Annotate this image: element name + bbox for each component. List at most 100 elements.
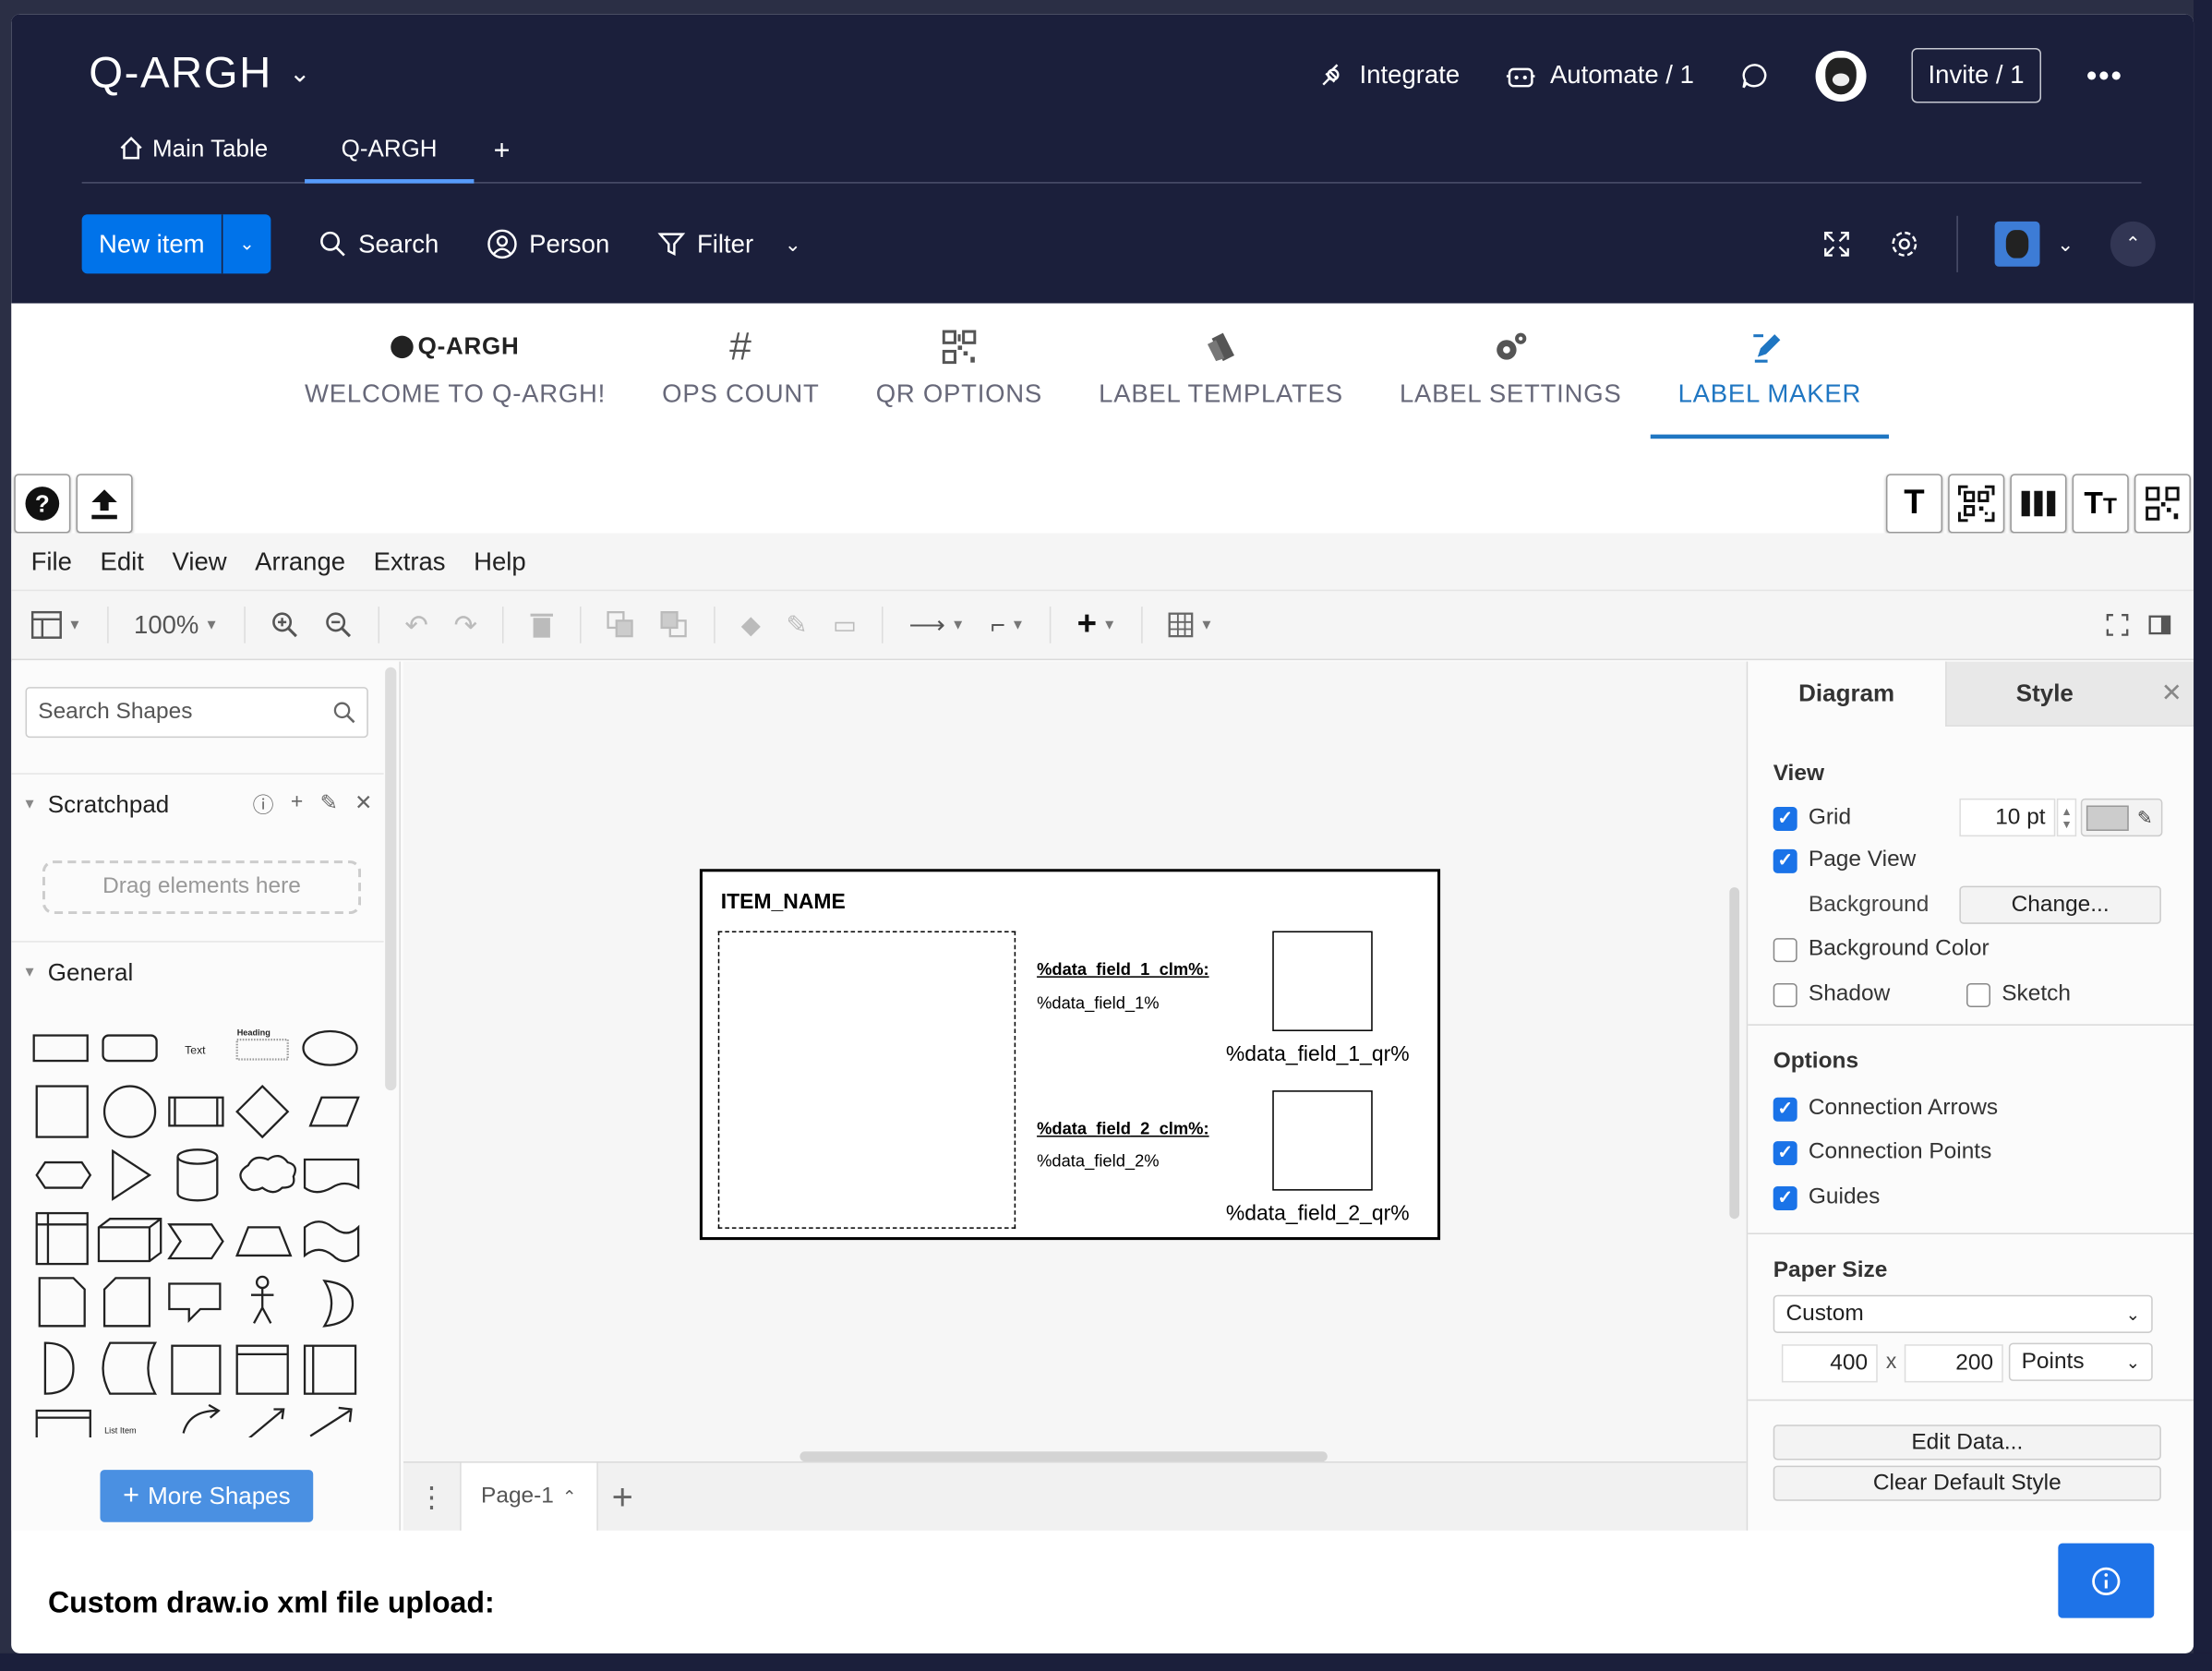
- menu-view[interactable]: View: [172, 547, 226, 576]
- expand-icon[interactable]: [1821, 229, 1853, 260]
- board-title[interactable]: Q-ARGH ⌄: [89, 48, 312, 99]
- insert-qrcode-button[interactable]: [2134, 474, 2191, 534]
- insert-qr-button[interactable]: [1948, 474, 2005, 534]
- filter-button[interactable]: Filter ⌄: [657, 229, 801, 258]
- close-panel-button[interactable]: ✕: [2143, 661, 2194, 727]
- tab-main-table[interactable]: Main Table: [82, 127, 305, 184]
- shadow-button[interactable]: ▭: [833, 610, 857, 640]
- gear-icon[interactable]: [1889, 229, 1920, 260]
- units-select[interactable]: Points ⌄: [2008, 1342, 2153, 1381]
- paper-height-input[interactable]: 200: [1904, 1344, 2003, 1383]
- menu-arrange[interactable]: Arrange: [255, 547, 345, 576]
- person-button[interactable]: Person: [487, 229, 609, 260]
- pages-menu-icon[interactable]: ⋮: [403, 1479, 460, 1514]
- sketch-checkbox[interactable]: Sketch: [1966, 981, 2071, 1007]
- add-icon[interactable]: +: [291, 790, 303, 820]
- zoom-out-button[interactable]: [324, 611, 353, 640]
- diagram-canvas[interactable]: ITEM_NAME %data_field_1_clm%: %data_fiel…: [403, 661, 1747, 1462]
- waypoints-button[interactable]: ⌐ ▼: [991, 610, 1025, 640]
- tab-diagram[interactable]: Diagram: [1748, 662, 1945, 727]
- insert-button[interactable]: + ▼: [1077, 606, 1117, 645]
- integrate-button[interactable]: Integrate: [1317, 61, 1460, 90]
- paper-width-input[interactable]: 400: [1781, 1344, 1878, 1383]
- tab-q-argh[interactable]: Q-ARGH: [304, 127, 475, 184]
- field2-qr-label[interactable]: %data_field_2_qr%: [1226, 1202, 1410, 1226]
- menu-file[interactable]: File: [31, 547, 72, 576]
- upload-button[interactable]: [76, 474, 133, 534]
- help-button[interactable]: ?: [14, 474, 71, 534]
- redo-button[interactable]: ↷: [453, 607, 477, 643]
- field2-column-name[interactable]: %data_field_2_clm%:: [1037, 1119, 1209, 1138]
- tab-style[interactable]: Style: [1945, 661, 2144, 727]
- chevron-down-icon[interactable]: ⌄: [785, 232, 801, 256]
- add-page-button[interactable]: +: [612, 1475, 633, 1519]
- nav-label-settings[interactable]: LABEL SETTINGS: [1371, 304, 1650, 439]
- field1-qr-placeholder[interactable]: [1272, 931, 1373, 1031]
- canvas-vertical-scrollbar[interactable]: [1729, 887, 1740, 1220]
- paper-size-select[interactable]: Custom ⌄: [1773, 1294, 2153, 1333]
- panel-toggle-icon[interactable]: [2148, 614, 2171, 636]
- field2-value[interactable]: %data_field_2%: [1037, 1151, 1160, 1171]
- label-template[interactable]: ITEM_NAME %data_field_1_clm%: %data_fiel…: [699, 869, 1441, 1241]
- more-shapes-button[interactable]: + More Shapes: [100, 1470, 314, 1522]
- to-front-button[interactable]: [607, 611, 636, 640]
- field1-column-name[interactable]: %data_field_1_clm%:: [1037, 959, 1209, 979]
- scratchpad-dropzone[interactable]: Drag elements here: [42, 860, 362, 915]
- insert-barcode-button[interactable]: [2010, 474, 2067, 534]
- nav-label-maker[interactable]: LABEL MAKER: [1650, 304, 1890, 439]
- fill-color-button[interactable]: ◆: [741, 610, 761, 640]
- scratchpad-header[interactable]: ▼ Scratchpad ⓘ + ✎ ✕: [11, 773, 384, 835]
- format-panel-toggle[interactable]: ▼: [30, 610, 81, 640]
- help-icon[interactable]: ⓘ: [253, 790, 274, 820]
- automate-button[interactable]: Automate / 1: [1505, 61, 1694, 90]
- user-avatar[interactable]: [1815, 50, 1867, 102]
- add-view-button[interactable]: +: [474, 127, 530, 184]
- image-placeholder[interactable]: [717, 931, 1016, 1229]
- nav-label-templates[interactable]: LABEL TEMPLATES: [1071, 304, 1372, 439]
- new-item-button[interactable]: New item: [82, 214, 223, 274]
- collapse-header-button[interactable]: ⌃: [2110, 221, 2156, 267]
- general-shapes-grid[interactable]: Text Heading List Item: [26, 1021, 379, 1438]
- insert-font-button[interactable]: TT: [2072, 474, 2129, 534]
- background-color-checkbox[interactable]: Background Color: [1773, 937, 1990, 963]
- nav-ops-count[interactable]: # OPS COUNT: [634, 304, 848, 439]
- nav-qr-options[interactable]: QR OPTIONS: [848, 304, 1070, 439]
- connection-arrows-checkbox[interactable]: ✓ Connection Arrows: [1773, 1096, 1998, 1122]
- chat-bubble-icon[interactable]: [1739, 60, 1771, 91]
- connection-points-checkbox[interactable]: ✓ Connection Points: [1773, 1140, 1991, 1166]
- guides-checkbox[interactable]: ✓ Guides: [1773, 1185, 1880, 1211]
- connection-style-button[interactable]: ⟶ ▼: [909, 610, 966, 640]
- new-item-dropdown[interactable]: ⌄: [222, 214, 270, 273]
- fullscreen-icon[interactable]: [2106, 614, 2129, 636]
- grid-size-input[interactable]: 10 pt: [1959, 798, 2056, 837]
- undo-button[interactable]: ↶: [404, 607, 428, 643]
- search-shapes-input[interactable]: Search Shapes: [25, 687, 368, 739]
- zoom-select[interactable]: 100% ▼: [134, 610, 219, 640]
- grid-checkbox[interactable]: ✓ Grid: [1773, 805, 1851, 831]
- page-view-checkbox[interactable]: ✓ Page View: [1773, 848, 1916, 873]
- menu-help[interactable]: Help: [474, 547, 526, 576]
- info-button[interactable]: [2058, 1543, 2155, 1618]
- insert-text-button[interactable]: T: [1885, 474, 1943, 534]
- field1-qr-label[interactable]: %data_field_1_qr%: [1226, 1042, 1410, 1066]
- zoom-in-button[interactable]: [270, 611, 299, 640]
- edit-data-button[interactable]: Edit Data...: [1773, 1425, 2161, 1461]
- clear-default-style-button[interactable]: Clear Default Style: [1773, 1465, 2161, 1501]
- shadow-checkbox[interactable]: Shadow: [1773, 981, 1890, 1007]
- menu-extras[interactable]: Extras: [374, 547, 446, 576]
- change-background-button[interactable]: Change...: [1959, 885, 2161, 924]
- to-back-button[interactable]: [661, 611, 690, 640]
- more-options-icon[interactable]: •••: [2086, 57, 2123, 94]
- edit-icon[interactable]: ✎: [320, 790, 338, 820]
- close-icon[interactable]: ✕: [355, 790, 372, 820]
- search-button[interactable]: Search: [319, 229, 439, 258]
- grid-color-button[interactable]: ✎: [2080, 798, 2163, 837]
- item-name-text[interactable]: ITEM_NAME: [721, 890, 846, 914]
- shapes-scrollbar[interactable]: [385, 667, 397, 1091]
- grid-size-stepper[interactable]: ▲ ▼: [2056, 798, 2077, 837]
- field2-qr-placeholder[interactable]: [1272, 1090, 1373, 1191]
- general-header[interactable]: ▼ General: [11, 941, 384, 1003]
- nav-welcome[interactable]: Q-ARGH WELCOME TO Q-ARGH!: [276, 304, 633, 439]
- field1-value[interactable]: %data_field_1%: [1037, 993, 1160, 1013]
- account-menu[interactable]: ⌄: [1994, 221, 2074, 267]
